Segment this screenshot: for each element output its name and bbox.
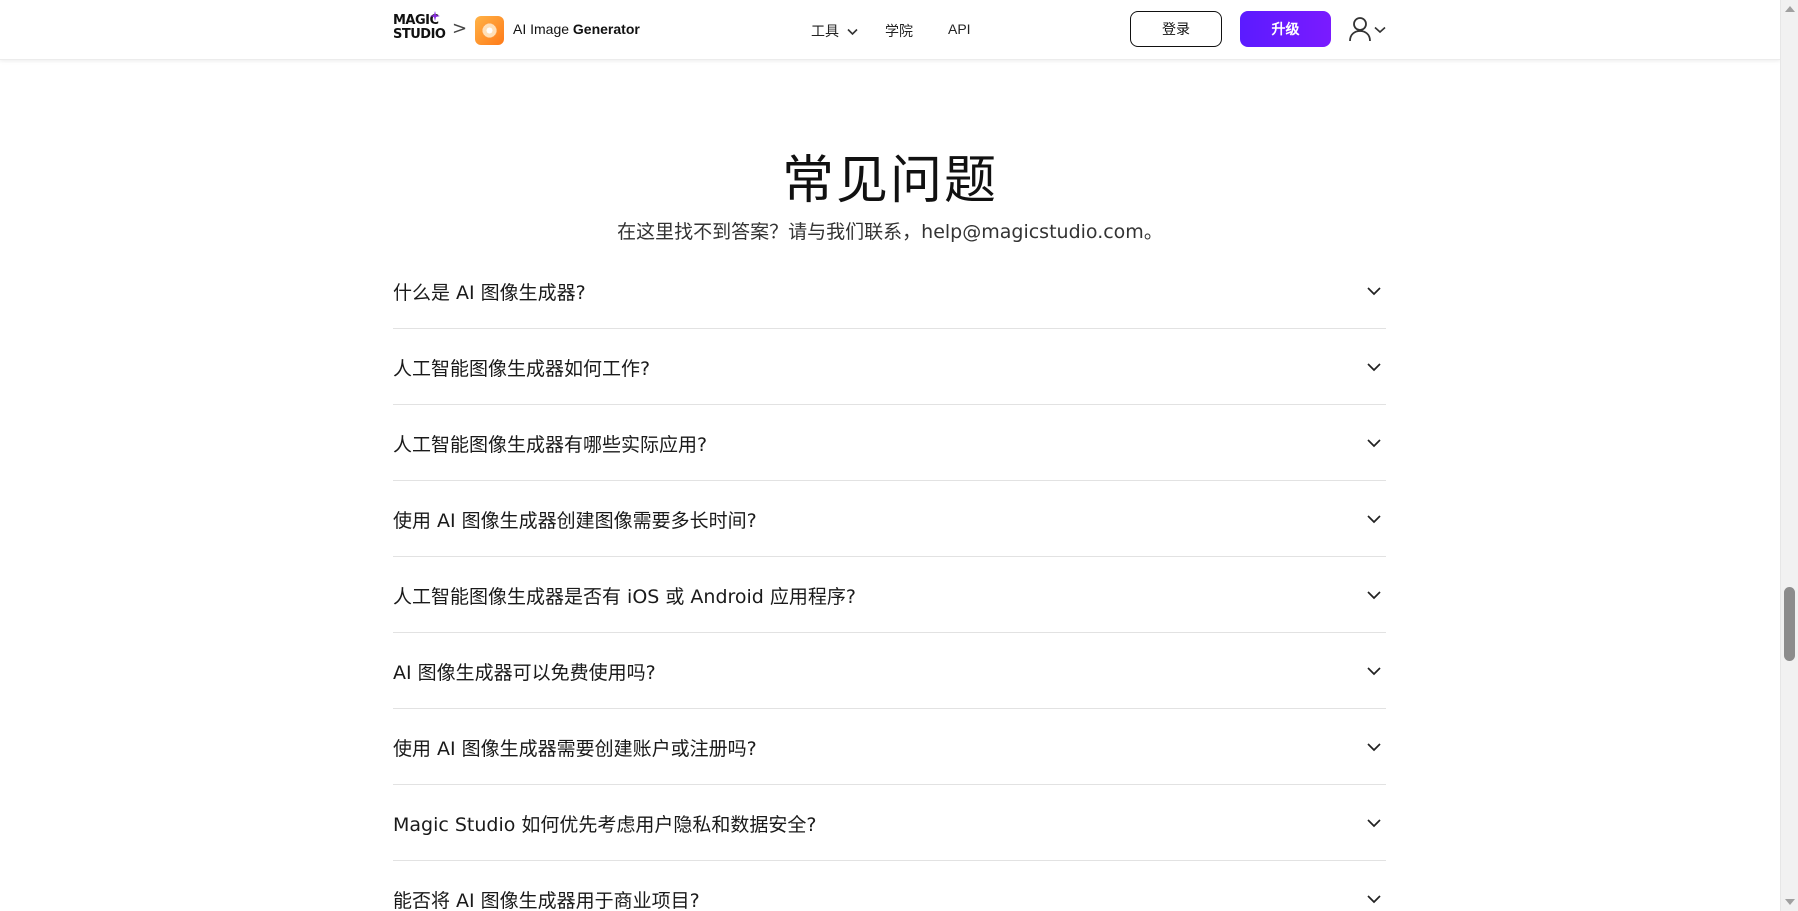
chevron-down-icon [1367, 819, 1381, 828]
tool-name[interactable]: AI Image Generator [513, 21, 640, 37]
chevron-down-icon [1367, 515, 1381, 524]
faq-item[interactable]: 能否将 AI 图像生成器用于商业项目? [393, 861, 1386, 911]
faq-item[interactable]: AI 图像生成器可以免费使用吗? [393, 633, 1386, 709]
scroll-up-arrow-icon[interactable] [1785, 6, 1795, 12]
chevron-down-icon [1367, 667, 1381, 676]
faq-item[interactable]: 使用 AI 图像生成器需要创建账户或注册吗? [393, 709, 1386, 785]
faq-item[interactable]: Magic Studio 如何优先考虑用户隐私和数据安全? [393, 785, 1386, 861]
faq-question: 能否将 AI 图像生成器用于商业项目? [393, 890, 700, 911]
faq-question: AI 图像生成器可以免费使用吗? [393, 662, 656, 684]
scrollbar-thumb[interactable] [1784, 587, 1795, 661]
faq-title: 常见问题 [781, 151, 998, 211]
faq-item[interactable]: 什么是 AI 图像生成器? [393, 253, 1386, 329]
upgrade-button[interactable]: 升级 [1240, 11, 1331, 47]
faq-item[interactable]: 人工智能图像生成器有哪些实际应用? [393, 405, 1386, 481]
magic-studio-logo[interactable]: MAGIC STUDIO [393, 11, 446, 46]
nav-item-label: 学院 [885, 23, 913, 39]
sparkle-icon [430, 11, 440, 21]
chevron-down-icon [1367, 895, 1381, 904]
user-menu[interactable] [1349, 16, 1387, 42]
chevron-down-icon [1367, 439, 1381, 448]
scroll-down-arrow-icon[interactable] [1785, 899, 1795, 905]
faq-question: 人工智能图像生成器是否有 iOS 或 Android 应用程序? [393, 586, 856, 608]
image-generator-app-icon[interactable] [475, 16, 504, 45]
chevron-down-icon [1367, 287, 1381, 296]
nav-item-tools[interactable]: 工具 [811, 21, 858, 41]
tool-name-bold: Generator [572, 21, 640, 37]
faq-question: Magic Studio 如何优先考虑用户隐私和数据安全? [393, 814, 817, 836]
nav-item-api[interactable]: API [948, 21, 971, 37]
nav-item-academy[interactable]: 学院 [885, 21, 913, 41]
faq-item[interactable]: 人工智能图像生成器如何工作? [393, 329, 1386, 405]
page-viewport: MAGIC STUDIO > AI Image Generator 工具 学院 [0, 0, 1780, 911]
faq-item[interactable]: 人工智能图像生成器是否有 iOS 或 Android 应用程序? [393, 557, 1386, 633]
user-icon [1349, 17, 1371, 42]
breadcrumb-separator: > [452, 18, 468, 39]
faq-item[interactable]: 使用 AI 图像生成器创建图像需要多长时间? [393, 481, 1386, 557]
vertical-scrollbar[interactable] [1780, 0, 1798, 911]
chevron-down-icon [1367, 591, 1381, 600]
logo-line-2: STUDIO [393, 27, 446, 42]
login-button[interactable]: 登录 [1130, 11, 1222, 47]
nav-item-label: API [948, 21, 971, 37]
faq-question: 使用 AI 图像生成器需要创建账户或注册吗? [393, 738, 757, 760]
nav-item-label: 工具 [811, 23, 839, 39]
faq-question: 什么是 AI 图像生成器? [393, 282, 586, 304]
faq-question: 人工智能图像生成器有哪些实际应用? [393, 434, 708, 456]
faq-subtitle: 在这里找不到答案？请与我们联系，help@magicstudio.com。 [617, 221, 1163, 243]
tool-name-regular: AI Image [513, 21, 570, 37]
faq-question: 使用 AI 图像生成器创建图像需要多长时间? [393, 510, 757, 532]
top-header: MAGIC STUDIO > AI Image Generator 工具 学院 [0, 0, 1780, 60]
chevron-down-icon [1367, 363, 1381, 372]
faq-question: 人工智能图像生成器如何工作? [393, 358, 651, 380]
chevron-down-icon [1367, 743, 1381, 752]
chevron-down-icon [1374, 26, 1386, 34]
chevron-down-icon [847, 29, 858, 36]
faq-list: 什么是 AI 图像生成器? 人工智能图像生成器如何工作? 人工智能图像生成器有哪… [393, 253, 1386, 911]
